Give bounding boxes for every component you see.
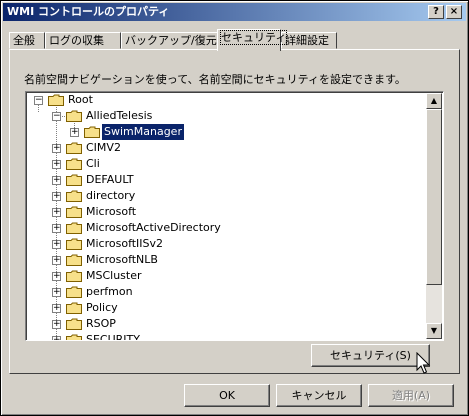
tree-label: MicrosoftActiveDirectory <box>86 221 221 234</box>
folder-icon <box>84 126 100 138</box>
expand-icon[interactable]: + <box>52 240 61 249</box>
cancel-button[interactable]: キャンセル <box>276 384 362 407</box>
scroll-thumb[interactable] <box>426 109 442 285</box>
folder-icon <box>66 110 82 122</box>
expand-icon[interactable]: + <box>52 304 61 313</box>
tab-general[interactable]: 全般 <box>9 32 45 49</box>
tree-node-microsoft[interactable]: + Microsoft <box>26 204 406 220</box>
tree-label: Policy <box>86 301 118 314</box>
tab-logging[interactable]: ログの収集 <box>45 32 121 49</box>
tree-label: CIMV2 <box>86 141 121 154</box>
expand-icon[interactable]: + <box>52 256 61 265</box>
expand-icon[interactable]: + <box>70 128 79 137</box>
expand-icon[interactable]: + <box>52 160 61 169</box>
tree-node-root[interactable]: − Root <box>26 92 406 108</box>
expand-icon[interactable]: + <box>52 144 61 153</box>
tab-advanced[interactable]: 詳細設定 <box>281 32 337 49</box>
folder-icon <box>66 158 82 170</box>
tab-backup-restore[interactable]: バックアップ/復元 <box>121 32 219 49</box>
folder-icon <box>66 142 82 154</box>
tree-node-swimmanager[interactable]: + SwimManager <box>26 123 406 141</box>
tree-label: MicrosoftNLB <box>86 253 158 266</box>
folder-icon <box>66 238 82 250</box>
tree-node-microsoftiisv2[interactable]: + MicrosoftIISv2 <box>26 236 406 252</box>
tree-node-mscluster[interactable]: + MSCluster <box>26 268 406 284</box>
apply-button[interactable]: 適用(A) <box>368 384 454 407</box>
collapse-icon[interactable]: − <box>34 96 43 105</box>
tree-label: Microsoft <box>86 205 137 218</box>
tree-scrollbar[interactable]: ▲ ▼ <box>426 93 442 339</box>
folder-icon <box>66 286 82 298</box>
expand-icon[interactable]: + <box>52 272 61 281</box>
help-button[interactable]: ? <box>428 5 444 19</box>
expand-icon[interactable]: + <box>52 208 61 217</box>
expand-icon[interactable]: + <box>52 320 61 329</box>
tree-node-rsop[interactable]: + RSOP <box>26 316 406 332</box>
expand-icon[interactable]: + <box>52 192 61 201</box>
tree-label: MicrosoftIISv2 <box>86 237 164 250</box>
folder-icon <box>48 94 64 106</box>
tree-node-cimv2[interactable]: + CIMV2 <box>26 140 406 156</box>
folder-icon <box>66 302 82 314</box>
tree-label: MSCluster <box>86 269 142 282</box>
security-button[interactable]: セキュリティ(S) <box>311 344 430 367</box>
tree-node-microsoftnlb[interactable]: + MicrosoftNLB <box>26 252 406 268</box>
folder-icon <box>66 174 82 186</box>
tab-security[interactable]: セキュリティ <box>217 29 288 51</box>
tree-label: SECURITY <box>86 333 140 341</box>
window-title: WMI コントロールのプロパティ <box>7 5 170 18</box>
expand-icon[interactable]: + <box>52 288 61 297</box>
tree-label: Cli <box>86 157 100 170</box>
ok-button[interactable]: OK <box>184 384 270 407</box>
folder-icon <box>66 334 82 340</box>
title-bar[interactable]: WMI コントロールのプロパティ ? × <box>3 3 466 21</box>
tree-label: AlliedTelesis <box>86 109 153 122</box>
collapse-icon[interactable]: − <box>52 112 61 121</box>
close-button[interactable]: × <box>446 5 462 19</box>
tree-node-directory[interactable]: + directory <box>26 188 406 204</box>
folder-icon <box>66 222 82 234</box>
tree-label: RSOP <box>86 317 116 330</box>
tree-node-microsoftactivedirectory[interactable]: + MicrosoftActiveDirectory <box>26 220 406 236</box>
tree-node-alliedtelesis[interactable]: − AlliedTelesis <box>26 108 406 124</box>
scroll-down-arrow-icon[interactable]: ▼ <box>426 323 442 339</box>
tree-label: directory <box>86 189 136 202</box>
tree-node-security[interactable]: + SECURITY <box>26 332 406 341</box>
tree-label: DEFAULT <box>86 173 134 186</box>
namespace-tree[interactable]: − Root − AlliedTelesis + SwimManager + C… <box>25 91 444 341</box>
scroll-up-arrow-icon[interactable]: ▲ <box>426 93 442 109</box>
folder-icon <box>66 206 82 218</box>
security-description: 名前空間ナビゲーションを使って、名前空間にセキュリティを設定できます。 <box>24 73 406 86</box>
expand-icon[interactable]: + <box>52 336 61 340</box>
tree-node-cli[interactable]: + Cli <box>26 156 406 172</box>
tree-node-perfmon[interactable]: + perfmon <box>26 284 406 300</box>
expand-icon[interactable]: + <box>52 224 61 233</box>
tree-label: perfmon <box>86 285 133 298</box>
folder-icon <box>66 318 82 330</box>
folder-icon <box>66 254 82 266</box>
tree-node-default[interactable]: + DEFAULT <box>26 172 406 188</box>
folder-icon <box>66 190 82 202</box>
expand-icon[interactable]: + <box>52 176 61 185</box>
folder-icon <box>66 270 82 282</box>
tree-label: Root <box>68 93 93 106</box>
mouse-pointer-icon <box>416 352 431 374</box>
tree-node-policy[interactable]: + Policy <box>26 300 406 316</box>
tree-label-selected: SwimManager <box>101 123 185 141</box>
